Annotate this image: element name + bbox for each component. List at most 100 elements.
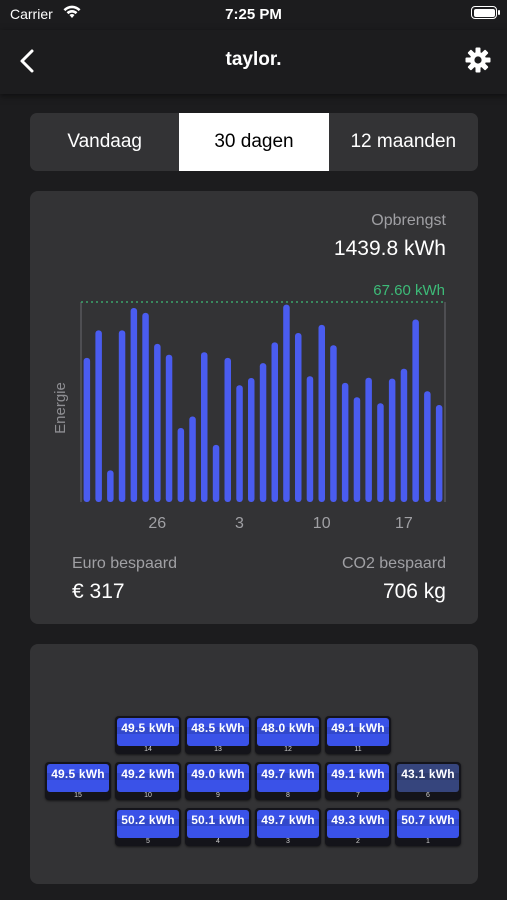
panel-kwh: 49.3 kWh (331, 813, 385, 827)
tab-vandaag[interactable]: Vandaag (30, 113, 179, 171)
solar-panel[interactable]: 49.2 kWh 10 (115, 762, 181, 800)
panel-number: 6 (426, 792, 430, 799)
chart-bar (95, 330, 102, 502)
panel-number: 1 (426, 838, 430, 845)
panel-kwh: 43.1 kWh (401, 767, 455, 781)
page-title: taylor. (225, 49, 282, 70)
chart-bar (224, 357, 231, 502)
chart-bar (318, 324, 325, 502)
chart-bar (189, 416, 196, 502)
chart-bar (177, 428, 185, 502)
chart-bar (107, 470, 114, 502)
y-axis-label: Energie (52, 382, 69, 434)
euro-saved-value: € 317 (72, 580, 125, 603)
panel-kwh: 49.2 kWh (121, 767, 175, 781)
panel-number: 7 (356, 792, 360, 799)
panel-kwh: 50.2 kWh (121, 813, 175, 827)
status-bar: Carrier 7:25 PM (0, 0, 507, 30)
panel-number: 14 (144, 746, 152, 753)
period-selector: Vandaag 30 dagen 12 maanden (30, 113, 478, 171)
panel-number: 15 (74, 792, 82, 799)
panel-number: 13 (214, 746, 222, 753)
chart-bar (201, 352, 208, 502)
chart-bar (142, 312, 149, 502)
energy-chart: Energie 67.60 kWh 26 3 10 17 (52, 282, 446, 532)
panel-number: 9 (216, 792, 220, 799)
panel-layout-card: 49.5 kWh 14 48.5 kWh 13 48.0 kWh 12 49.1 kWh 11… (30, 644, 478, 884)
panel-number: 2 (356, 838, 360, 845)
panel-kwh: 48.0 kWh (261, 721, 315, 735)
solar-panel[interactable]: 48.0 kWh 12 (255, 716, 321, 754)
x-tick-label: 17 (395, 515, 413, 532)
solar-panel[interactable]: 49.7 kWh 3 (255, 808, 321, 846)
panel-kwh: 50.1 kWh (191, 813, 245, 827)
panel-kwh: 49.0 kWh (191, 767, 245, 781)
x-tick-label: 26 (148, 515, 166, 532)
panel-number: 4 (216, 838, 220, 845)
solar-panel[interactable]: 49.1 kWh 11 (325, 716, 391, 754)
chart-bar (412, 319, 419, 502)
panel-number: 3 (286, 838, 290, 845)
panel-number: 10 (144, 792, 152, 799)
clock: 7:25 PM (225, 6, 282, 23)
settings-button[interactable] (463, 45, 493, 75)
chart-bar (259, 363, 267, 502)
x-tick-label: 10 (313, 515, 331, 532)
solar-panel[interactable]: 50.2 kWh 5 (115, 808, 181, 846)
solar-panel[interactable]: 50.1 kWh 4 (185, 808, 251, 846)
panel-kwh: 48.5 kWh (191, 721, 245, 735)
chart-bar (424, 391, 431, 502)
battery-icon (471, 6, 500, 19)
tab-30-dagen[interactable]: 30 dagen (179, 113, 329, 171)
chart-bar (165, 354, 173, 502)
co2-saved-label: CO2 bespaard (341, 555, 446, 572)
chart-bar (83, 357, 91, 502)
panel-kwh: 49.5 kWh (51, 767, 105, 781)
x-tick-label: 3 (235, 515, 244, 532)
panel-number: 12 (284, 746, 292, 753)
panel-number: 5 (146, 838, 150, 845)
chart-bar (236, 385, 243, 502)
panel-kwh: 49.7 kWh (261, 813, 315, 827)
chart-bar (118, 330, 126, 502)
max-value-label: 67.60 kWh (373, 282, 445, 299)
chart-bar (130, 308, 138, 502)
chart-bar (365, 377, 372, 502)
chart-bar (154, 343, 161, 502)
solar-panel[interactable]: 49.5 kWh 15 (45, 762, 111, 800)
chart-bar (400, 368, 408, 502)
solar-panel[interactable]: 49.7 kWh 8 (255, 762, 321, 800)
chart-bar (388, 378, 396, 502)
chart-bar (353, 397, 361, 502)
chart-bar (330, 345, 337, 502)
chart-bar (271, 342, 278, 502)
chart-bar (306, 376, 314, 502)
chart-bar (248, 378, 255, 502)
solar-panel[interactable]: 50.7 kWh 1 (395, 808, 461, 846)
solar-panel[interactable]: 49.3 kWh 2 (325, 808, 391, 846)
co2-saved-value: 706 kg (382, 580, 446, 603)
chart-bar (212, 444, 220, 502)
chart-bar (377, 403, 384, 502)
solar-panel[interactable]: 49.0 kWh 9 (185, 762, 251, 800)
chart-bar (341, 382, 349, 502)
nav-bar: taylor. (0, 30, 507, 94)
panel-number: 11 (354, 746, 362, 753)
solar-panel[interactable]: 49.1 kWh 7 (325, 762, 391, 800)
panel-kwh: 49.5 kWh (121, 721, 175, 735)
solar-panel[interactable]: 49.5 kWh 14 (115, 716, 181, 754)
tab-12-maanden[interactable]: 12 maanden (329, 113, 478, 171)
panel-kwh: 50.7 kWh (401, 813, 455, 827)
energy-card: Opbrengst 1439.8 kWh Energie 67.60 kWh 2… (30, 191, 478, 624)
solar-panel[interactable]: 48.5 kWh 13 (185, 716, 251, 754)
panel-kwh: 49.1 kWh (331, 767, 385, 781)
euro-saved-label: Euro bespaard (72, 555, 177, 572)
chart-bar (283, 304, 290, 502)
chart-bar (435, 405, 443, 502)
panel-number: 8 (286, 792, 290, 799)
chart-bar (295, 333, 302, 502)
gear-icon (465, 47, 491, 73)
solar-panel[interactable]: 43.1 kWh 6 (395, 762, 461, 800)
panel-kwh: 49.1 kWh (331, 721, 385, 735)
panel-kwh: 49.7 kWh (261, 767, 315, 781)
